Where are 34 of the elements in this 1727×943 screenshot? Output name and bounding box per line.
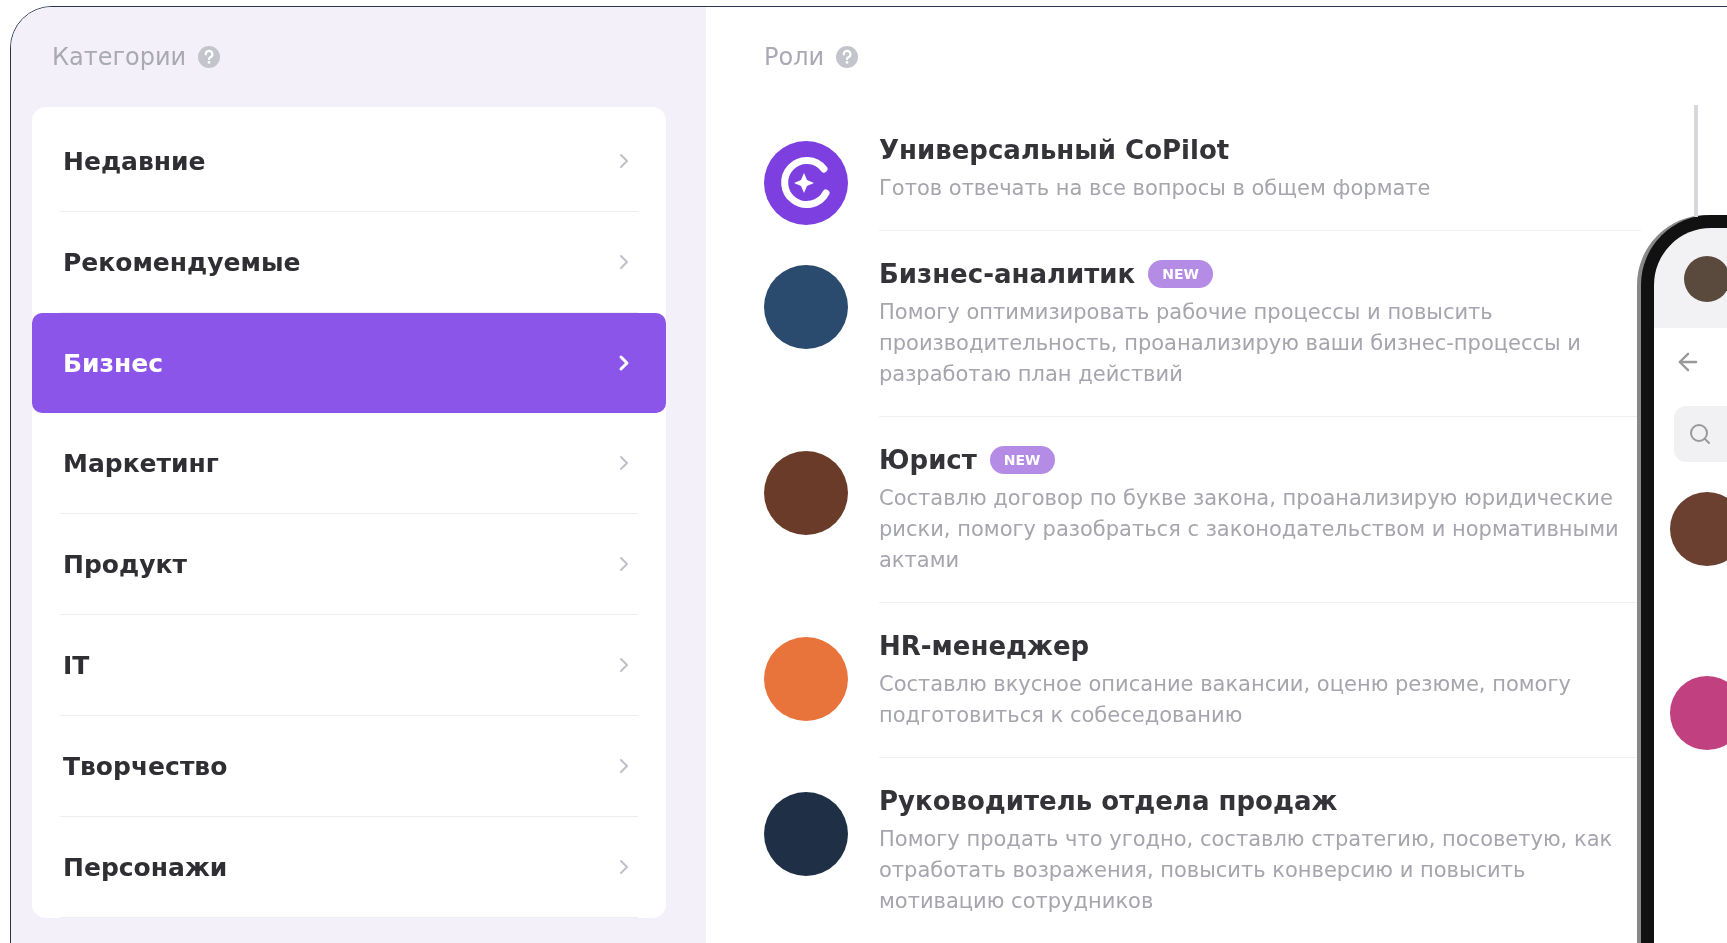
role-name[interactable]: Универсальный CoPilot (879, 135, 1230, 165)
category-label: Творчество (63, 751, 228, 781)
category-label: Продукт (63, 549, 187, 579)
category-item[interactable]: Недавние (60, 111, 638, 212)
category-label: Бизнес (63, 348, 164, 378)
role-name[interactable]: Бизнес-аналитик (879, 259, 1136, 289)
role-name[interactable]: HR-менеджер (879, 631, 1090, 661)
panel-title: Роли (764, 43, 825, 71)
role-description: Составлю договор по букве закона, проанализирую юридические риски, помогу разобраться с законодательством и нормативными актами (879, 485, 1620, 574)
avatar-placeholder (1684, 256, 1727, 302)
category-item[interactable]: Маркетинг (60, 413, 638, 514)
category-label: Рекомендуемые (63, 247, 301, 277)
role-name[interactable]: Юрист (879, 445, 977, 475)
help-icon[interactable] (836, 46, 859, 68)
copilot-logo-icon (764, 141, 848, 225)
help-icon[interactable] (198, 46, 221, 68)
role-description: Помогу оптимизировать рабочие процессы и повысить производительность, проанализирую ваши бизнес-процессы и разработаю план действий (879, 299, 1582, 388)
category-item[interactable]: Творчество (60, 716, 638, 817)
search-icon (1688, 422, 1712, 446)
category-label: Недавние (63, 146, 206, 176)
category-label: Персонажи (63, 852, 228, 882)
role-description: Помогу продать что угодно, составлю стратегию, посоветую, как отработать возражения, повысить конверсию и повысить мотивацию сотрудников (879, 826, 1614, 915)
role-name[interactable]: Руководитель отдела продаж (879, 786, 1338, 816)
category-label: Маркетинг (63, 448, 219, 478)
new-badge: NEW (989, 446, 1055, 474)
category-item[interactable]: IT (60, 615, 638, 716)
new-badge: NEW (1148, 260, 1213, 288)
role-description: Готов отвечать на все вопросы в общем формате (879, 175, 1432, 202)
category-item[interactable]: Продукт (60, 514, 638, 615)
category-item[interactable]: Персонажи (60, 817, 638, 918)
panel-title: Категории (52, 43, 187, 71)
category-item[interactable]: Бизнес (32, 313, 666, 413)
role-description: Составлю вкусное описание вакансии, оценю резюме, помогу подготовиться к собеседованию (879, 671, 1572, 729)
category-label: IT (63, 650, 90, 680)
